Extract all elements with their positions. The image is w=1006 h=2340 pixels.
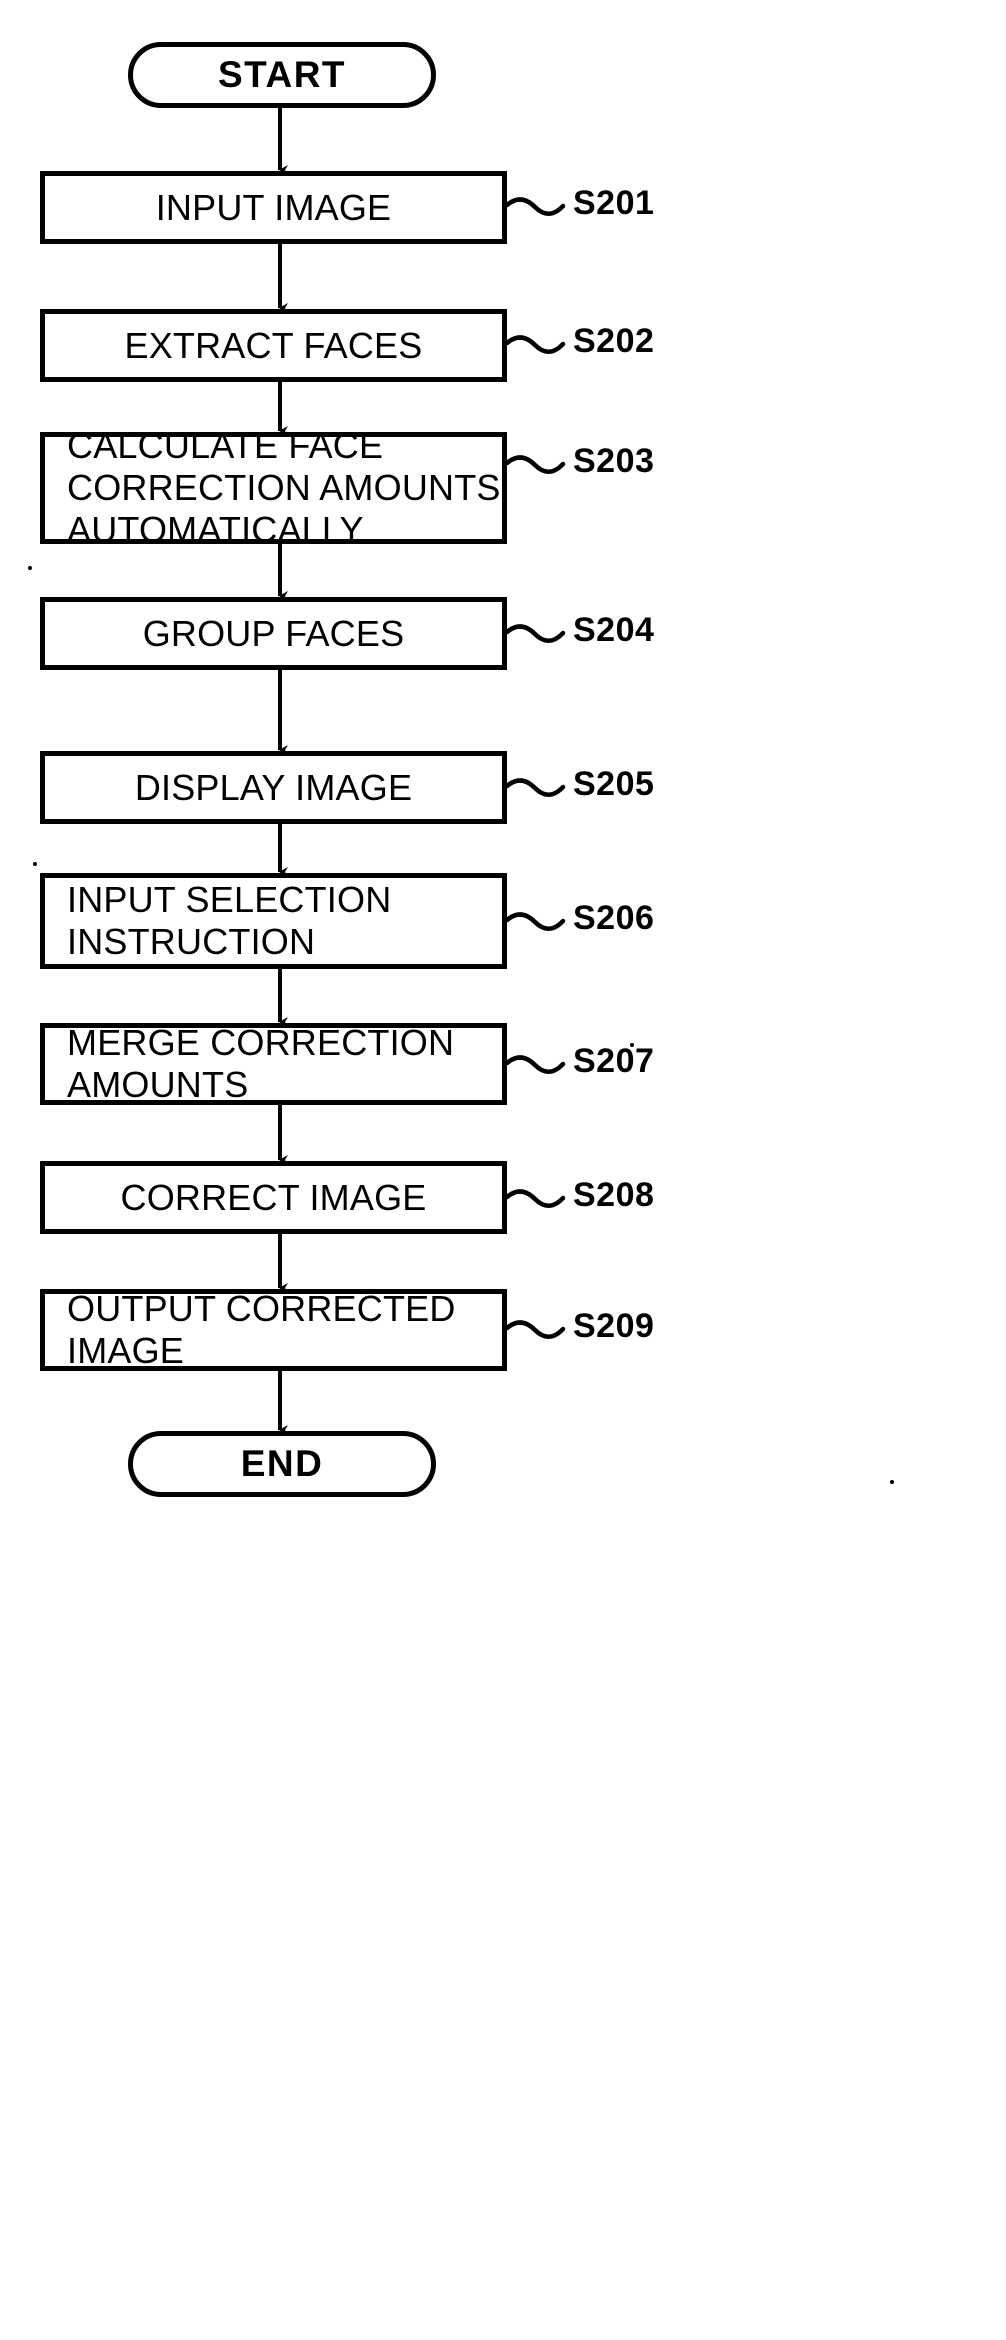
step-ref-s205: S205 (573, 765, 655, 803)
scan-speck (630, 1043, 634, 1047)
leader-s205 (504, 778, 566, 797)
process-box-s204-text: GROUP FACES (142, 612, 405, 654)
scan-speck (33, 862, 37, 866)
leader-s202 (504, 335, 566, 354)
leader-s206 (504, 912, 566, 931)
process-box-s205: DISPLAY IMAGE (40, 751, 507, 824)
step-ref-s208: S208 (573, 1176, 655, 1214)
process-box-s207-text: MERGE CORRECTION AMOUNTS (67, 1022, 455, 1105)
process-box-s205-text: DISPLAY IMAGE (134, 766, 413, 808)
process-box-s206-text: INPUT SELECTION INSTRUCTION (67, 879, 392, 962)
process-box-s206: INPUT SELECTION INSTRUCTION (40, 873, 507, 969)
step-ref-s207: S207 (573, 1042, 655, 1080)
step-ref-s209: S209 (573, 1307, 655, 1345)
process-box-s203: CALCULATE FACE CORRECTION AMOUNTS AUTOMA… (40, 425, 507, 550)
process-box-s202-text: EXTRACT FACES (124, 324, 423, 366)
terminator-end: END (128, 1431, 436, 1497)
step-ref-s204: S204 (573, 611, 655, 649)
step-ref-s202: S202 (573, 322, 655, 360)
process-box-s201-text: INPUT IMAGE (155, 186, 392, 228)
leader-s207 (504, 1055, 566, 1074)
process-box-s207: MERGE CORRECTION AMOUNTS (40, 1022, 507, 1105)
leader-s204 (504, 624, 566, 643)
leader-s208 (504, 1189, 566, 1208)
step-ref-s206: S206 (573, 899, 655, 937)
process-box-s209-text: OUTPUT CORRECTED IMAGE (67, 1288, 456, 1371)
step-ref-s203: S203 (573, 442, 655, 480)
process-box-s202: EXTRACT FACES (40, 309, 507, 382)
process-box-s209: OUTPUT CORRECTED IMAGE (40, 1288, 507, 1371)
scan-speck (28, 566, 32, 570)
step-ref-s201: S201 (573, 184, 655, 222)
scan-speck (890, 1480, 894, 1484)
process-box-s201: INPUT IMAGE (40, 171, 507, 244)
process-box-s204: GROUP FACES (40, 597, 507, 670)
terminator-start: START (128, 42, 436, 108)
leader-s203 (504, 455, 566, 474)
process-box-s208-text: CORRECT IMAGE (120, 1176, 427, 1218)
terminator-end-label: END (240, 1443, 324, 1484)
leader-s209 (504, 1320, 566, 1339)
terminator-start-label: START (217, 54, 347, 95)
process-box-s208: CORRECT IMAGE (40, 1161, 507, 1234)
process-box-s203-text: CALCULATE FACE CORRECTION AMOUNTS AUTOMA… (67, 425, 501, 550)
flowchart-figure: START INPUT IMAGE S201 EXTRACT FACES S20… (0, 0, 1006, 2340)
leader-s201 (504, 197, 566, 216)
